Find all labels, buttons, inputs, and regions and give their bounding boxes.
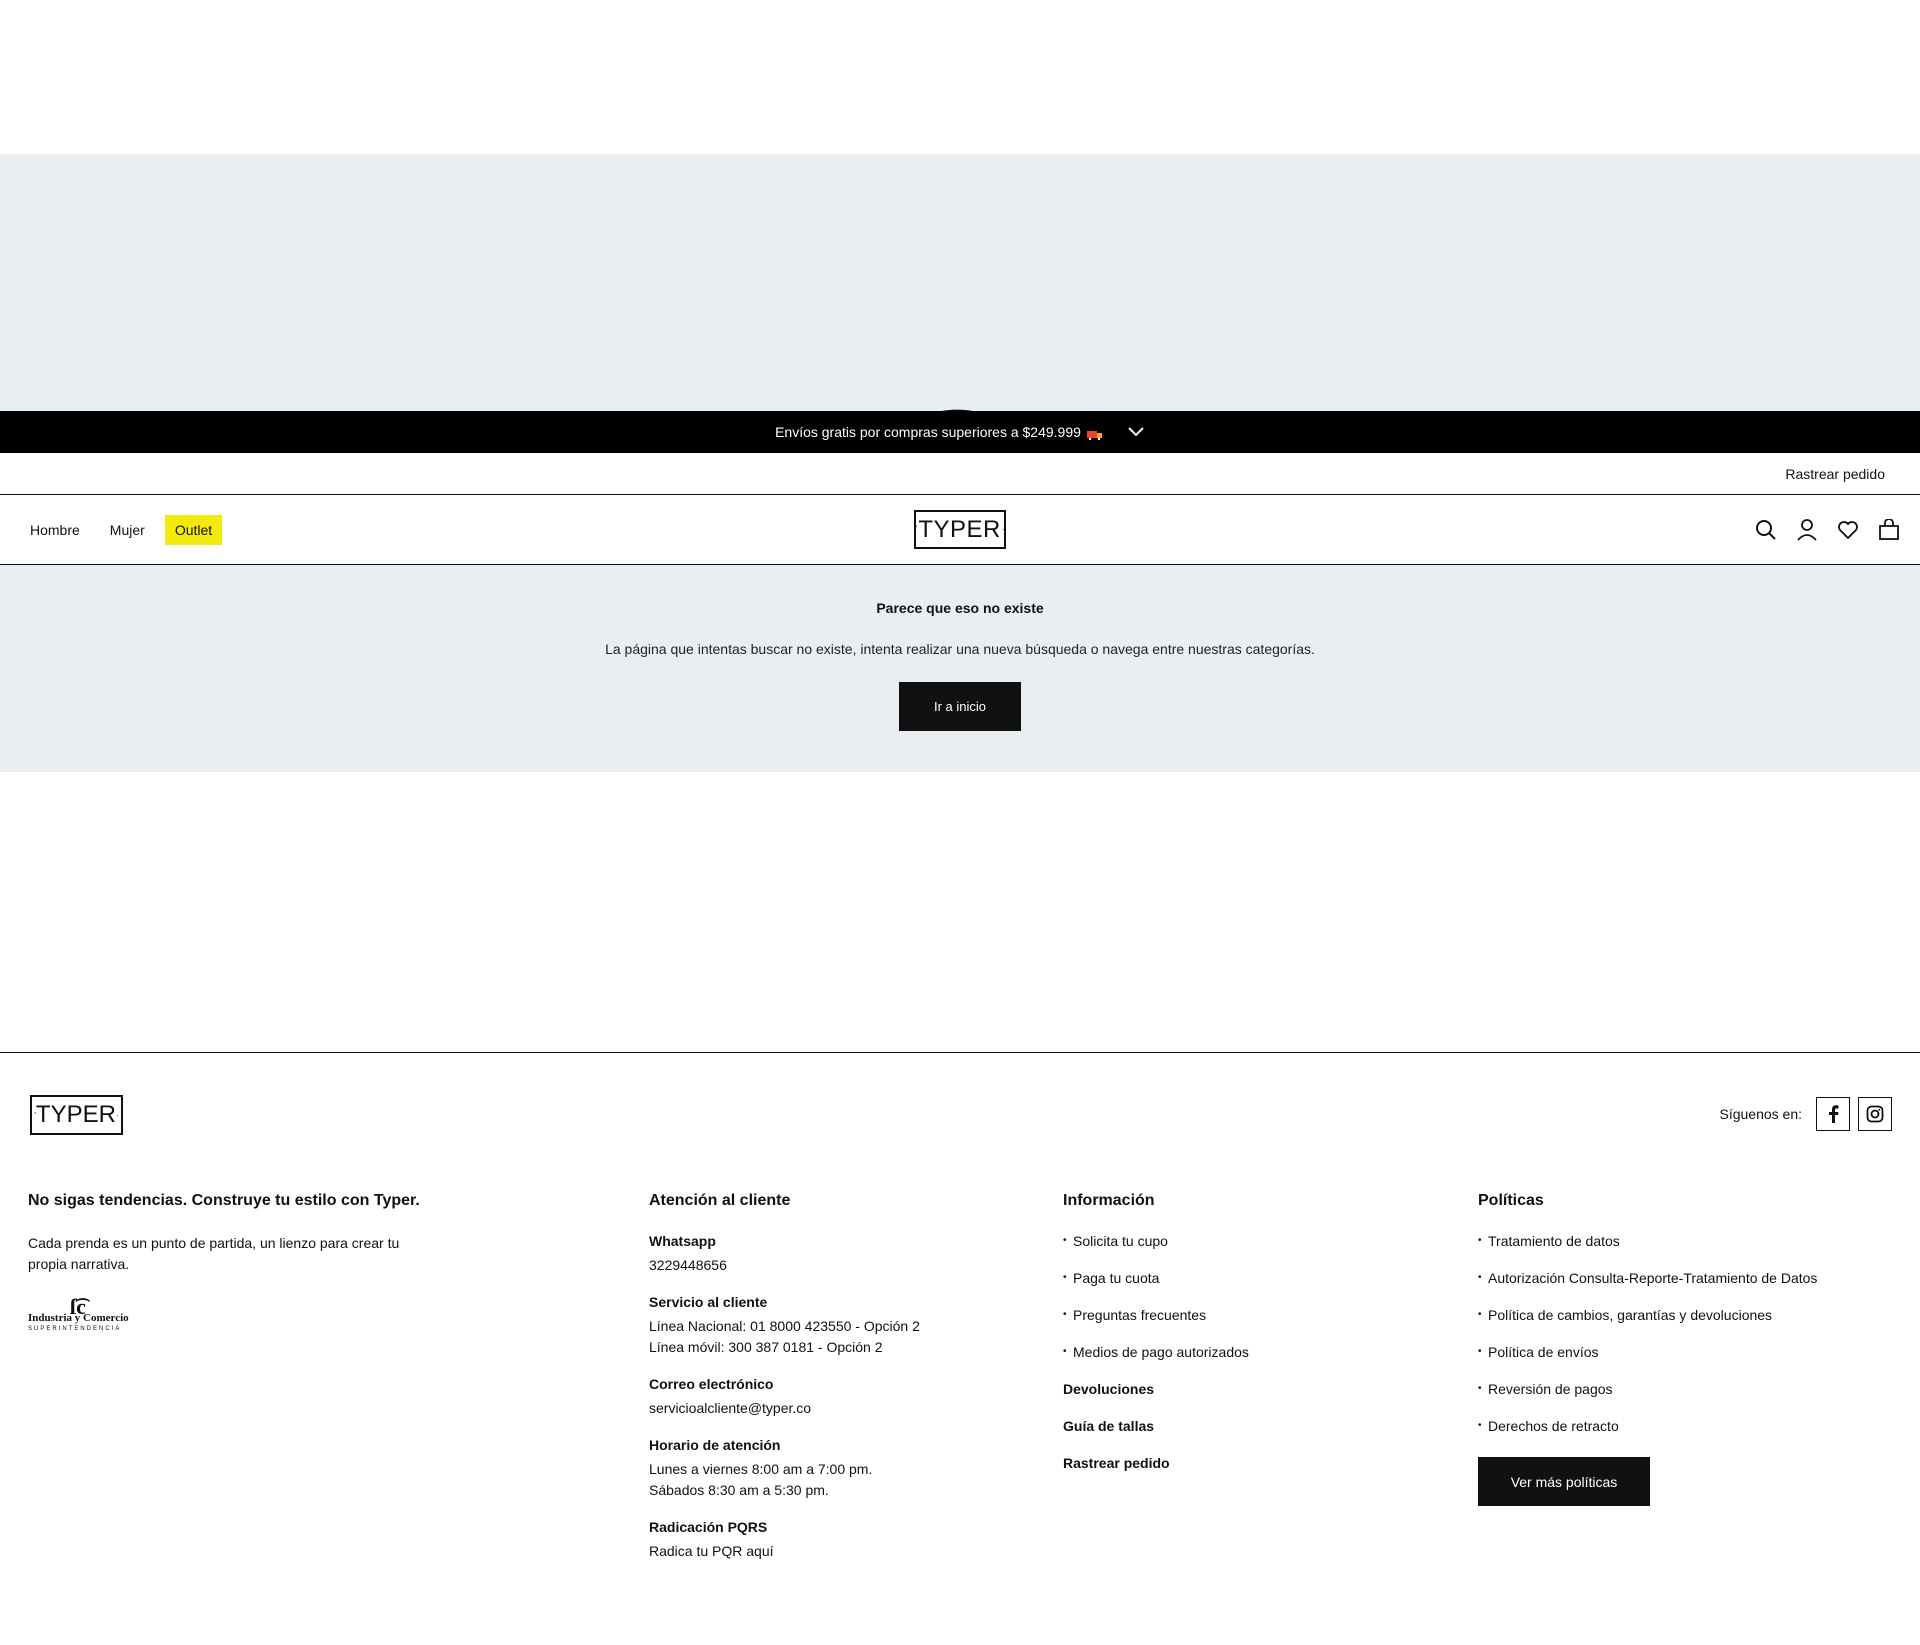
footer-logo[interactable]: ' TYPER · — [30, 1095, 123, 1135]
go-home-button[interactable]: Ir a inicio — [899, 682, 1021, 731]
footer-divider — [0, 1052, 1920, 1053]
footer-logo-dot: · — [115, 1110, 119, 1120]
logo-tick: ' — [914, 524, 918, 535]
list-item: Tratamiento de datos — [1478, 1233, 1817, 1270]
pqrs-label: Radicación PQRS — [649, 1519, 768, 1535]
sic-sub: SUPERINTENDENCIA — [28, 1326, 122, 1332]
error-title: Parece que eso no existe — [876, 600, 1044, 616]
list-item: Paga tu cuota — [1063, 1270, 1249, 1307]
footer-information: Información Solicita tu cupo Paga tu cuo… — [1063, 1192, 1249, 1492]
footer-customer-service: Atención al cliente Whatsapp 3229448656 … — [649, 1192, 920, 1580]
hours-group: Horario de atención Lunes a viernes 8:00… — [649, 1437, 920, 1501]
solicita-cupo-link[interactable]: Solicita tu cupo — [1073, 1233, 1168, 1249]
payment-methods-link[interactable]: Medios de pago autorizados — [1073, 1344, 1249, 1360]
nav-item-mujer[interactable]: Mujer — [100, 515, 155, 545]
footer-policies: Políticas Tratamiento de datos Autorizac… — [1478, 1192, 1817, 1506]
utility-bar: Rastrear pedido — [0, 453, 1920, 495]
mobile-line[interactable]: Línea móvil: 300 387 0181 - Opción 2 — [649, 1337, 920, 1358]
hours-weekdays: Lunes a viernes 8:00 am a 7:00 pm. — [649, 1461, 873, 1477]
social-links: Síguenos en: — [1719, 1097, 1892, 1131]
footer-logo-text: TYPER — [35, 1101, 116, 1128]
email-address[interactable]: servicioalcliente@typer.co — [649, 1398, 920, 1419]
logo-text: TYPER — [918, 515, 1001, 543]
heart-icon[interactable] — [1835, 517, 1861, 543]
footer-tagline: No sigas tendencias. Construye tu estilo… — [28, 1192, 420, 1209]
paga-cuota-link[interactable]: Paga tu cuota — [1073, 1270, 1159, 1286]
whatsapp-group: Whatsapp 3229448656 — [649, 1233, 920, 1276]
error-message: La página que intentas buscar no existe,… — [605, 641, 1315, 657]
more-policies-button[interactable]: Ver más políticas — [1478, 1457, 1650, 1506]
facebook-icon[interactable] — [1816, 1097, 1850, 1131]
pqrs-group: Radicación PQRS Radica tu PQR aquí — [649, 1519, 920, 1562]
list-item: Derechos de retracto — [1478, 1418, 1817, 1455]
sic-name: Industria y Comercio — [28, 1312, 129, 1324]
chevron-down-icon[interactable] — [1127, 423, 1145, 441]
list-item: Política de cambios, garantías y devoluc… — [1478, 1307, 1817, 1344]
pqrs-link[interactable]: Radica tu PQR aquí — [649, 1541, 920, 1562]
logo-dot: · — [1001, 525, 1006, 534]
hero-404: 404 — [0, 154, 1920, 412]
instagram-icon[interactable] — [1858, 1097, 1892, 1131]
list-item: Medios de pago autorizados — [1063, 1344, 1249, 1381]
list-item: Autorización Consulta-Reporte-Tratamient… — [1478, 1270, 1817, 1307]
truck-icon — [1086, 427, 1103, 441]
payment-reversal-link[interactable]: Reversión de pagos — [1488, 1381, 1613, 1397]
data-authorization-link[interactable]: Autorización Consulta-Reporte-Tratamient… — [1488, 1270, 1817, 1286]
size-guide-link[interactable]: Guía de tallas — [1063, 1418, 1249, 1455]
social-label: Síguenos en: — [1719, 1106, 1802, 1122]
hours-saturday: Sábados 8:30 am a 5:30 pm. — [649, 1482, 829, 1498]
customer-service-title: Atención al cliente — [649, 1192, 791, 1209]
list-item: Reversión de pagos — [1478, 1381, 1817, 1418]
error-info: Parece que eso no existe La página que i… — [0, 565, 1920, 772]
hours-label: Horario de atención — [649, 1437, 781, 1453]
shipping-policy-link[interactable]: Política de envíos — [1488, 1344, 1599, 1360]
withdrawal-rights-link[interactable]: Derechos de retracto — [1488, 1418, 1619, 1434]
policies-title: Políticas — [1478, 1192, 1544, 1209]
user-icon[interactable] — [1794, 517, 1820, 543]
promo-bar: Envíos gratis por compras superiores a $… — [0, 411, 1920, 453]
service-group: Servicio al cliente Línea Nacional: 01 8… — [649, 1294, 920, 1358]
nav-item-outlet[interactable]: Outlet — [164, 515, 223, 545]
list-item: Preguntas frecuentes — [1063, 1307, 1249, 1344]
faq-link[interactable]: Preguntas frecuentes — [1073, 1307, 1206, 1323]
national-line[interactable]: Línea Nacional: 01 8000 423550 - Opción … — [649, 1316, 920, 1337]
search-icon[interactable] — [1753, 517, 1779, 543]
header-actions — [1753, 517, 1902, 543]
email-group: Correo electrónico servicioalcliente@typ… — [649, 1376, 920, 1419]
information-title: Información — [1063, 1192, 1155, 1209]
bag-icon[interactable] — [1876, 517, 1902, 543]
whatsapp-label: Whatsapp — [649, 1233, 716, 1249]
footer-description: Cada prenda es un punto de partida, un l… — [28, 1235, 400, 1272]
logo[interactable]: ' TYPER · — [914, 510, 1006, 549]
sic-logo[interactable]: ſ͡c Industria y Comercio SUPERINTENDENCI… — [28, 1294, 130, 1336]
email-label: Correo electrónico — [649, 1376, 774, 1392]
service-label: Servicio al cliente — [649, 1294, 768, 1310]
list-item: Solicita tu cupo — [1063, 1233, 1249, 1270]
footer-track-order-link[interactable]: Rastrear pedido — [1063, 1455, 1249, 1492]
whatsapp-number[interactable]: 3229448656 — [649, 1255, 920, 1276]
returns-link[interactable]: Devoluciones — [1063, 1381, 1249, 1418]
error-code: 404 — [58, 382, 1863, 413]
returns-policy-link[interactable]: Política de cambios, garantías y devoluc… — [1488, 1307, 1772, 1323]
data-treatment-link[interactable]: Tratamiento de datos — [1488, 1233, 1620, 1249]
policies-list: Tratamiento de datos Autorización Consul… — [1478, 1233, 1817, 1455]
list-item: Política de envíos — [1478, 1344, 1817, 1381]
information-list: Solicita tu cupo Paga tu cuota Preguntas… — [1063, 1233, 1249, 1381]
promo-text: Envíos gratis por compras superiores a $… — [775, 424, 1081, 440]
category-menu: Hombre Mujer Outlet — [20, 495, 223, 565]
footer-about: No sigas tendencias. Construye tu estilo… — [28, 1192, 420, 1336]
nav-item-hombre[interactable]: Hombre — [20, 515, 90, 545]
main-nav: Hombre Mujer Outlet ' TYPER · — [0, 495, 1920, 565]
track-order-link[interactable]: Rastrear pedido — [1785, 466, 1885, 482]
